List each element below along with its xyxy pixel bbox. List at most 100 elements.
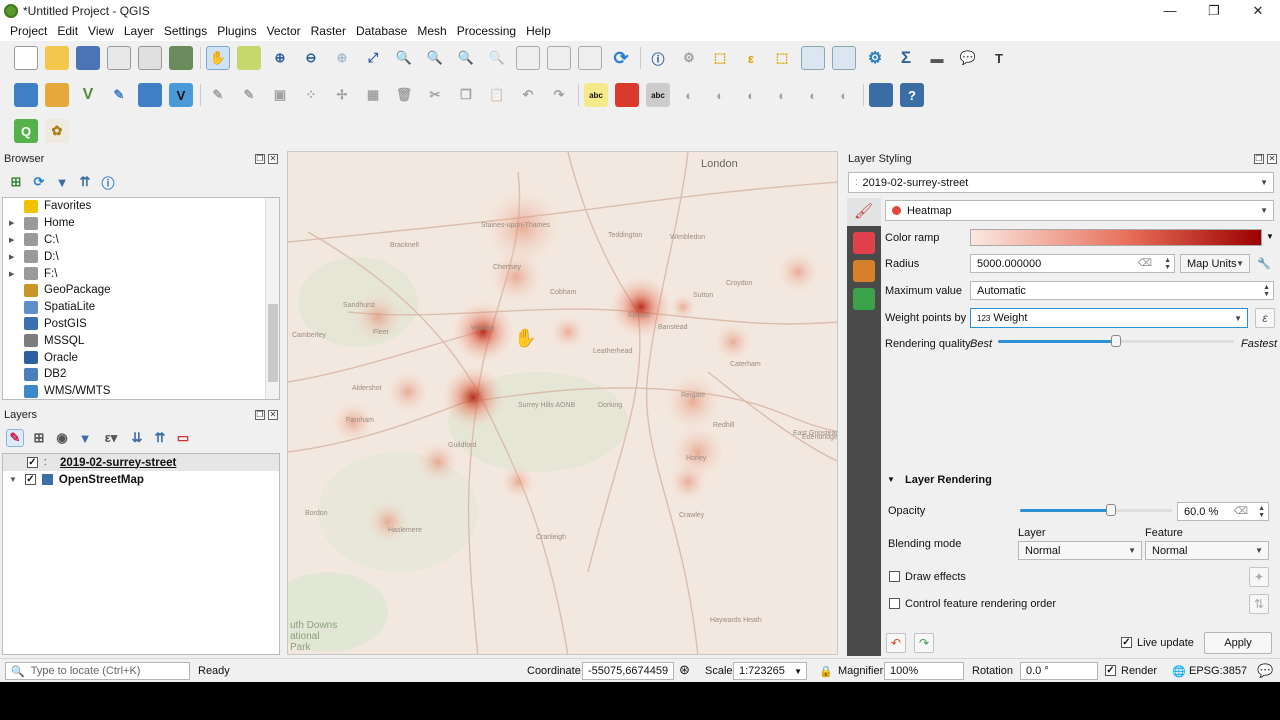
zoom-rubberband-icon[interactable]: ⊕ (330, 46, 354, 70)
collapse-section-icon[interactable]: ▼ (887, 475, 895, 484)
pan-hand-icon[interactable]: ✋ (206, 46, 230, 70)
close-panel-icon[interactable]: ✕ (1267, 154, 1277, 164)
menu-layer[interactable]: Layer (119, 24, 159, 38)
restore-button[interactable]: ❐ (1192, 0, 1236, 21)
change-label-icon[interactable]: ◐ (770, 83, 794, 107)
close-panel-icon[interactable]: ✕ (268, 154, 278, 164)
collapse-all-icon[interactable]: ⇈ (77, 174, 93, 190)
browser-item[interactable]: ▶ Home (3, 215, 279, 232)
modify-attributes-icon[interactable]: ▦ (361, 83, 385, 107)
browser-item[interactable]: GeoPackage (3, 282, 279, 299)
text-annotation-icon[interactable]: T (987, 46, 1011, 70)
slider-handle[interactable] (1106, 504, 1117, 516)
add-wms-icon[interactable] (138, 83, 162, 107)
vertex-tool-icon[interactable]: ✢ (330, 83, 354, 107)
paste-features-icon[interactable]: 📋 (485, 83, 509, 107)
add-virtual-layer-icon[interactable]: V (169, 83, 193, 107)
browser-item[interactable]: ▶ D:\ (3, 248, 279, 265)
float-panel-icon[interactable]: ❐ (255, 410, 265, 420)
remove-layer-icon[interactable]: ▭ (175, 430, 191, 446)
processing-toolbox-icon[interactable]: ⚙ (863, 46, 887, 70)
symbology-tab[interactable]: 🖌 (847, 198, 881, 226)
control-order-checkbox[interactable] (889, 598, 900, 609)
save-edits-icon[interactable]: ▣ (268, 83, 292, 107)
redo-style-icon[interactable]: ↷ (914, 633, 934, 653)
undo-icon[interactable]: ↶ (516, 83, 540, 107)
mask-tab-icon[interactable] (853, 260, 875, 282)
current-edits-icon[interactable]: ✎ (206, 83, 230, 107)
spin-arrows-icon[interactable]: ▲ ▼ (1258, 505, 1265, 519)
style-manager-icon[interactable] (169, 46, 193, 70)
menu-plugins[interactable]: Plugins (212, 24, 261, 38)
messages-icon[interactable]: 💬 (1257, 663, 1273, 679)
browser-item[interactable]: DB2 (3, 366, 279, 383)
new-scratch-layer-icon[interactable]: ✎ (107, 83, 131, 107)
history-tab-icon[interactable] (853, 288, 875, 310)
weight-field-combo[interactable]: 123 Weight ▼ (970, 308, 1248, 328)
cut-features-icon[interactable]: ✂ (423, 83, 447, 107)
data-defined-icon[interactable]: 🔧 (1257, 257, 1271, 270)
new-print-layout-icon[interactable] (107, 46, 131, 70)
radius-units-combo[interactable]: Map Units ▼ (1180, 254, 1250, 273)
expand-arrow-icon[interactable]: ▶ (9, 236, 19, 244)
rendering-quality-slider[interactable] (998, 335, 1234, 347)
delete-selected-icon[interactable]: 🗑 (392, 83, 416, 107)
menu-edit[interactable]: Edit (52, 24, 83, 38)
menu-view[interactable]: View (83, 24, 119, 38)
layer-select-combo[interactable]: ⁚ 2019-02-surrey-street ▼ (848, 172, 1274, 193)
apply-button[interactable]: Apply (1204, 632, 1272, 654)
render-checkbox[interactable]: ✓ (1105, 665, 1116, 676)
highlight-labels-icon[interactable]: ◐ (677, 83, 701, 107)
spin-arrows-icon[interactable]: ▲ ▼ (1164, 257, 1171, 271)
magnifier-spinbox[interactable]: 100% (884, 662, 964, 680)
add-vector-icon[interactable]: V (76, 83, 100, 107)
draw-effects-checkbox[interactable] (889, 571, 900, 582)
pin-labels-icon[interactable]: abc (646, 83, 670, 107)
pan-to-selection-icon[interactable] (237, 46, 261, 70)
layout-manager-icon[interactable] (138, 46, 162, 70)
crs-button[interactable]: EPSG:3857 (1189, 665, 1247, 677)
toggle-editing-icon[interactable]: ✎ (237, 83, 261, 107)
layer-rendering-section[interactable]: Layer Rendering (905, 474, 992, 486)
move-label-icon[interactable]: ◐ (708, 83, 732, 107)
effects-settings-icon[interactable]: ✦ (1249, 567, 1269, 587)
close-panel-icon[interactable]: ✕ (268, 410, 278, 420)
minimize-button[interactable]: — (1148, 0, 1192, 21)
close-button[interactable]: ✕ (1236, 0, 1280, 21)
select-features-icon[interactable]: ⬚ (708, 46, 732, 70)
slider-handle[interactable] (1111, 335, 1121, 347)
add-point-icon[interactable]: ⁘ (299, 83, 323, 107)
order-settings-icon[interactable]: ⇅ (1249, 594, 1269, 614)
menu-settings[interactable]: Settings (159, 24, 212, 38)
new-map-view-icon[interactable] (547, 46, 571, 70)
expand-arrow-icon[interactable]: ▶ (9, 253, 19, 261)
opacity-slider[interactable] (1020, 504, 1172, 516)
spatial-bookmark-icon[interactable] (578, 46, 602, 70)
add-group-icon[interactable]: ⊞ (31, 430, 47, 446)
lock-scale-icon[interactable]: 🔒 (819, 665, 833, 678)
menu-raster[interactable]: Raster (306, 24, 351, 38)
chevron-down-icon[interactable]: ▼ (1266, 232, 1274, 241)
zoom-full-icon[interactable]: ⤢ (361, 46, 385, 70)
menu-mesh[interactable]: Mesh (412, 24, 451, 38)
quickmapservices-icon[interactable]: Q (14, 119, 38, 143)
float-panel-icon[interactable]: ❐ (255, 154, 265, 164)
crs-globe-icon[interactable]: 🌐 (1172, 665, 1186, 678)
browser-scrollbar[interactable] (265, 198, 279, 399)
browser-item[interactable]: WMS/WMTS (3, 383, 279, 399)
live-update-checkbox[interactable]: ✓ (1121, 637, 1132, 648)
expand-arrow-icon[interactable]: ▶ (9, 219, 19, 227)
clear-icon[interactable]: ⌫ (1234, 506, 1248, 517)
redo-icon[interactable]: ↷ (547, 83, 571, 107)
statistics-sum-icon[interactable]: Σ (894, 46, 918, 70)
toggle-extents-icon[interactable]: ⊛ (679, 662, 690, 678)
menu-project[interactable]: Project (5, 24, 52, 38)
browser-item[interactable]: MSSQL (3, 332, 279, 349)
menu-processing[interactable]: Processing (452, 24, 521, 38)
locator-input[interactable]: 🔍 Type to locate (Ctrl+K) (5, 662, 190, 680)
expand-arrow-icon[interactable]: ▼ (9, 475, 17, 484)
layer-row-openstreetmap[interactable]: ▼ ✓ OpenStreetMap (3, 471, 279, 488)
layer-blend-combo[interactable]: Normal ▼ (1018, 541, 1142, 560)
map-canvas[interactable]: London Staines-upon-Thames Woking Epsom Reig… (287, 151, 838, 655)
deselect-icon[interactable]: ⬚ (770, 46, 794, 70)
